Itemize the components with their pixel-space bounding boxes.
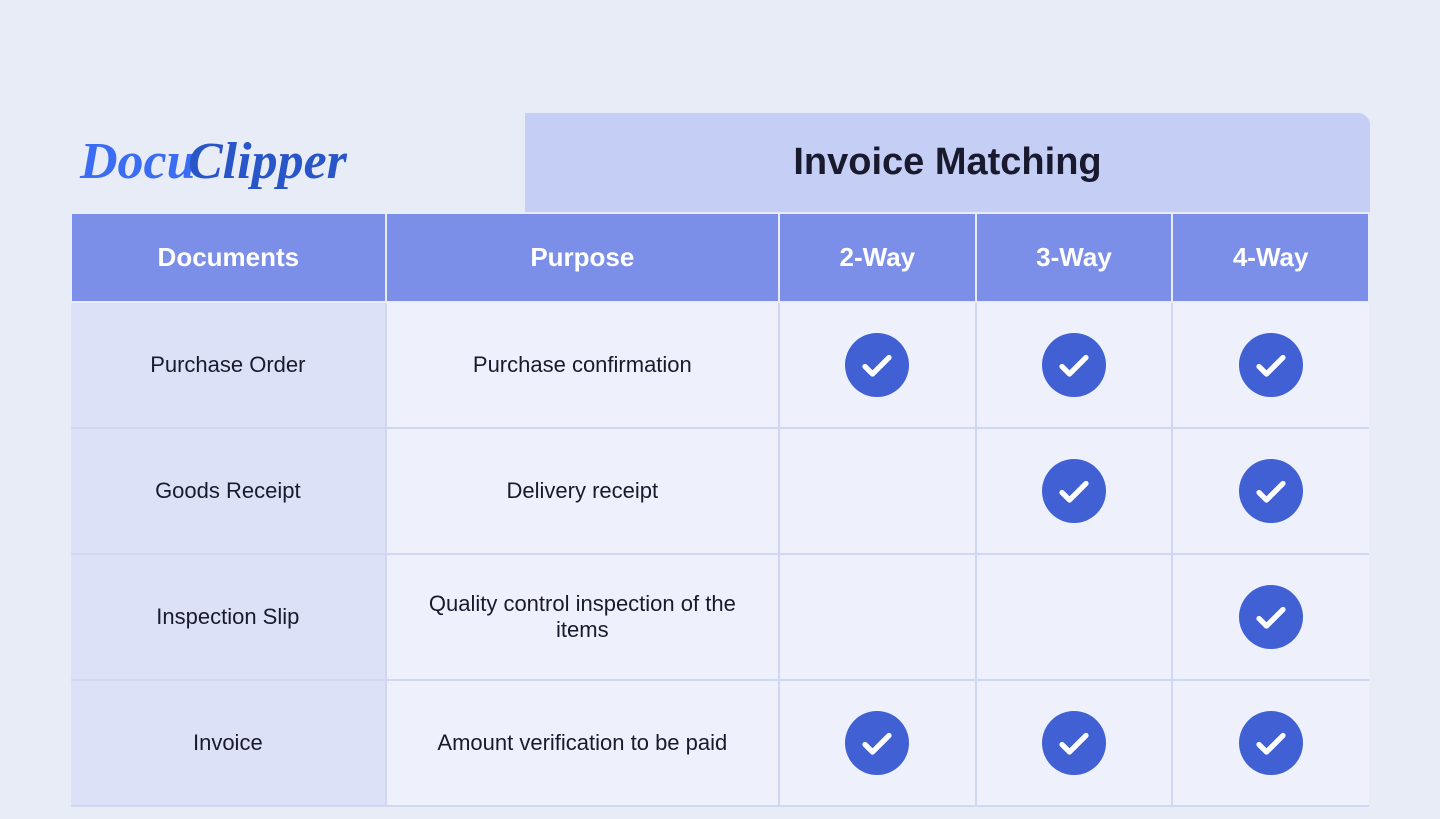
doc-purchase-order: Purchase Order (71, 302, 386, 428)
top-row: Docu Clipper Invoice Matching (70, 113, 1370, 212)
table-row: Goods Receipt Delivery receipt (71, 428, 1369, 554)
svg-text:Clipper: Clipper (188, 133, 348, 190)
checkmark-svg (1056, 347, 1092, 383)
purpose-inspection-slip: Quality control inspection of the items (386, 554, 779, 680)
doc-goods-receipt: Goods Receipt (71, 428, 386, 554)
header-4way: 4-Way (1172, 213, 1369, 302)
check-inv-2way (779, 680, 976, 806)
check-po-2way (779, 302, 976, 428)
check-gr-3way (976, 428, 1173, 554)
check-gr-4way (1172, 428, 1369, 554)
checkmark-svg (1253, 599, 1289, 635)
doc-inspection-slip: Inspection Slip (71, 554, 386, 680)
table-row: Purchase Order Purchase confirmation (71, 302, 1369, 428)
check-po-3way (976, 302, 1173, 428)
check-is-3way (976, 554, 1173, 680)
checkmark-icon (1239, 585, 1303, 649)
header-2way: 2-Way (779, 213, 976, 302)
page-container: Docu Clipper Invoice Matching Documents … (70, 13, 1370, 807)
logo-section: Docu Clipper (70, 113, 525, 212)
checkmark-icon (845, 711, 909, 775)
invoice-matching-header: Invoice Matching (525, 113, 1370, 212)
header-purpose: Purpose (386, 213, 779, 302)
purpose-invoice: Amount verification to be paid (386, 680, 779, 806)
table-row: Inspection Slip Quality control inspecti… (71, 554, 1369, 680)
doc-invoice: Invoice (71, 680, 386, 806)
check-inv-4way (1172, 680, 1369, 806)
check-inv-3way (976, 680, 1173, 806)
checkmark-icon (1042, 333, 1106, 397)
svg-text:Docu: Docu (79, 133, 196, 190)
checkmark-icon (845, 333, 909, 397)
checkmark-icon (1239, 333, 1303, 397)
check-is-4way (1172, 554, 1369, 680)
purpose-goods-receipt: Delivery receipt (386, 428, 779, 554)
check-po-4way (1172, 302, 1369, 428)
docuclipper-logo: Docu Clipper (70, 122, 350, 192)
check-gr-2way (779, 428, 976, 554)
header-3way: 3-Way (976, 213, 1173, 302)
table-header-row: Documents Purpose 2-Way 3-Way 4-Way (71, 213, 1369, 302)
invoice-matching-title: Invoice Matching (793, 141, 1101, 184)
checkmark-svg (1253, 347, 1289, 383)
checkmark-svg (859, 725, 895, 761)
checkmark-svg (859, 347, 895, 383)
checkmark-icon (1042, 459, 1106, 523)
header-documents: Documents (71, 213, 386, 302)
checkmark-svg (1056, 725, 1092, 761)
checkmark-svg (1253, 473, 1289, 509)
purpose-purchase-order: Purchase confirmation (386, 302, 779, 428)
checkmark-icon (1239, 459, 1303, 523)
matching-table-wrapper: Documents Purpose 2-Way 3-Way 4-Way Purc… (70, 212, 1370, 807)
table-row: Invoice Amount verification to be paid (71, 680, 1369, 806)
check-is-2way (779, 554, 976, 680)
checkmark-svg (1253, 725, 1289, 761)
checkmark-icon (1239, 711, 1303, 775)
checkmark-svg (1056, 473, 1092, 509)
invoice-matching-table: Documents Purpose 2-Way 3-Way 4-Way Purc… (70, 212, 1370, 807)
checkmark-icon (1042, 711, 1106, 775)
